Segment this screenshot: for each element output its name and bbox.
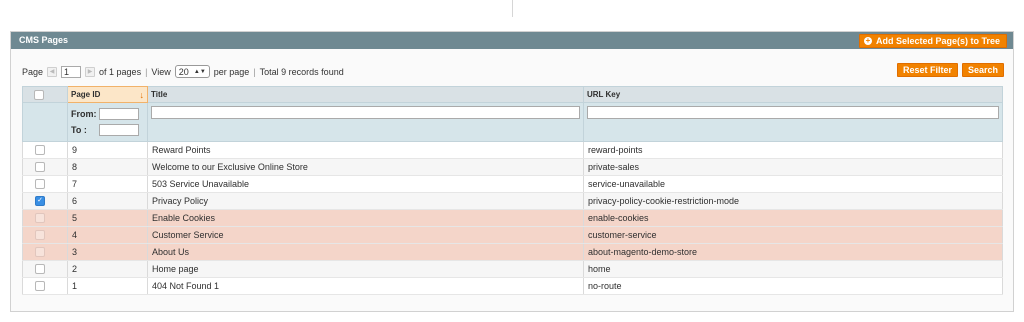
table-row[interactable]: 4 Customer Service customer-service — [22, 226, 1003, 244]
grid-title: CMS Pages — [19, 35, 69, 45]
add-selected-pages-label: Add Selected Page(s) to Tree — [875, 36, 1000, 46]
row-select-cell — [22, 226, 68, 244]
row-checkbox[interactable] — [35, 230, 45, 241]
page-label: Page — [22, 66, 44, 77]
url-key-cell: no-route — [583, 277, 1003, 295]
row-checkbox[interactable] — [35, 213, 45, 224]
reset-filter-button[interactable]: Reset Filter — [897, 63, 959, 77]
view-select[interactable]: 20 ▲▼ — [174, 65, 210, 78]
per-page-text: per page — [213, 66, 250, 77]
title-filter-input[interactable] — [151, 106, 580, 119]
top-area — [0, 0, 1024, 28]
url-filter-cell — [583, 102, 1003, 142]
plus-circle-icon: + — [863, 36, 872, 45]
table-row[interactable]: 1 404 Not Found 1 no-route — [22, 277, 1003, 295]
of-pages-text: of 1 pages — [99, 66, 142, 77]
to-input[interactable] — [99, 124, 139, 136]
title-cell: Welcome to our Exclusive Online Store — [147, 158, 584, 176]
page-id-cell: 5 — [67, 209, 148, 227]
url-key-filter-input[interactable] — [587, 106, 999, 119]
title-cell: Customer Service — [147, 226, 584, 244]
page-id-cell: 1 — [67, 277, 148, 295]
row-select-cell: ✓ — [22, 192, 68, 210]
row-checkbox[interactable] — [35, 179, 45, 190]
page-id-cell: 6 — [67, 192, 148, 210]
to-label: To : — [71, 125, 87, 135]
id-range-filter: From: To : — [67, 102, 148, 142]
title-cell: 503 Service Unavailable — [147, 175, 584, 193]
title-cell: Enable Cookies — [147, 209, 584, 227]
table-row[interactable]: 9 Reward Points reward-points — [22, 141, 1003, 159]
pager-separator: | — [145, 66, 148, 77]
select-all-checkbox[interactable] — [34, 89, 44, 100]
row-checkbox[interactable] — [35, 281, 45, 292]
row-checkbox[interactable] — [35, 264, 45, 275]
page-id-cell: 9 — [67, 141, 148, 159]
title-cell: Privacy Policy — [147, 192, 584, 210]
row-checkbox[interactable]: ✓ — [35, 196, 45, 207]
page-id-cell: 3 — [67, 243, 148, 261]
url-key-cell: privacy-policy-cookie-restriction-mode — [583, 192, 1003, 210]
view-value: 20 — [178, 66, 189, 77]
from-label: From: — [71, 109, 97, 119]
title-cell: Home page — [147, 260, 584, 278]
table-row[interactable]: 3 About Us about-magento-demo-store — [22, 243, 1003, 261]
pager: Page ◀ 1 ▶ of 1 pages | View 20 ▲▼ per p… — [22, 65, 344, 78]
page-id-cell: 8 — [67, 158, 148, 176]
page-id-cell: 2 — [67, 260, 148, 278]
updown-icon: ▲▼ — [193, 68, 206, 75]
arrow-right-icon[interactable]: ▶ — [85, 66, 96, 77]
url-key-cell: service-unavailable — [583, 175, 1003, 193]
table-row[interactable]: 7 503 Service Unavailable service-unavaila… — [22, 175, 1003, 193]
cms-pages-table: Page ID ↓ Title URL Key From: To : 9 Rewa — [22, 86, 1003, 295]
row-select-cell — [22, 158, 68, 176]
row-select-cell — [22, 243, 68, 261]
filter-empty-cell — [22, 102, 68, 142]
arrow-down-icon: ↓ — [139, 89, 145, 100]
row-select-cell — [22, 260, 68, 278]
row-select-cell — [22, 209, 68, 227]
url-key-cell: enable-cookies — [583, 209, 1003, 227]
row-select-cell — [22, 141, 68, 159]
from-input[interactable] — [99, 108, 139, 120]
page-input[interactable]: 1 — [61, 65, 82, 78]
total-records: Total 9 records found — [259, 66, 344, 77]
url-key-cell: reward-points — [583, 141, 1003, 159]
url-key-cell: home — [583, 260, 1003, 278]
row-checkbox[interactable] — [35, 145, 45, 156]
url-key-cell: private-sales — [583, 158, 1003, 176]
column-url-key[interactable]: URL Key — [583, 86, 1003, 103]
table-row[interactable]: 2 Home page home — [22, 260, 1003, 278]
filter-row: From: To : — [22, 102, 1003, 142]
page-id-cell: 7 — [67, 175, 148, 193]
search-button[interactable]: Search — [962, 63, 1005, 77]
row-select-cell — [22, 277, 68, 295]
title-cell: 404 Not Found 1 — [147, 277, 584, 295]
page-id-header-label: Page ID — [71, 89, 101, 99]
table-row[interactable]: 8 Welcome to our Exclusive Online Store pr… — [22, 158, 1003, 176]
column-title[interactable]: Title — [147, 86, 584, 103]
table-row[interactable]: ✓ 6 Privacy Policy privacy-policy-cookie-re… — [22, 192, 1003, 210]
top-divider — [512, 0, 513, 17]
arrow-left-icon[interactable]: ◀ — [47, 66, 58, 77]
row-checkbox[interactable] — [35, 162, 45, 173]
url-key-cell: about-magento-demo-store — [583, 243, 1003, 261]
pager-separator-2: | — [253, 66, 256, 77]
table-header-row: Page ID ↓ Title URL Key — [22, 86, 1003, 103]
title-filter-cell — [147, 102, 584, 142]
add-selected-pages-button[interactable]: + Add Selected Page(s) to Tree — [858, 34, 1007, 48]
view-label: View — [151, 66, 171, 77]
page-id-cell: 4 — [67, 226, 148, 244]
row-checkbox[interactable] — [35, 247, 45, 258]
select-all-header[interactable] — [22, 86, 68, 103]
grid-header: CMS Pages + Add Selected Page(s) to Tree — [11, 32, 1013, 49]
table-body: 9 Reward Points reward-points 8 Welcome to o… — [22, 141, 1003, 295]
row-select-cell — [22, 175, 68, 193]
url-key-cell: customer-service — [583, 226, 1003, 244]
column-page-id[interactable]: Page ID ↓ — [67, 86, 148, 103]
title-cell: About Us — [147, 243, 584, 261]
table-row[interactable]: 5 Enable Cookies enable-cookies — [22, 209, 1003, 227]
title-cell: Reward Points — [147, 141, 584, 159]
